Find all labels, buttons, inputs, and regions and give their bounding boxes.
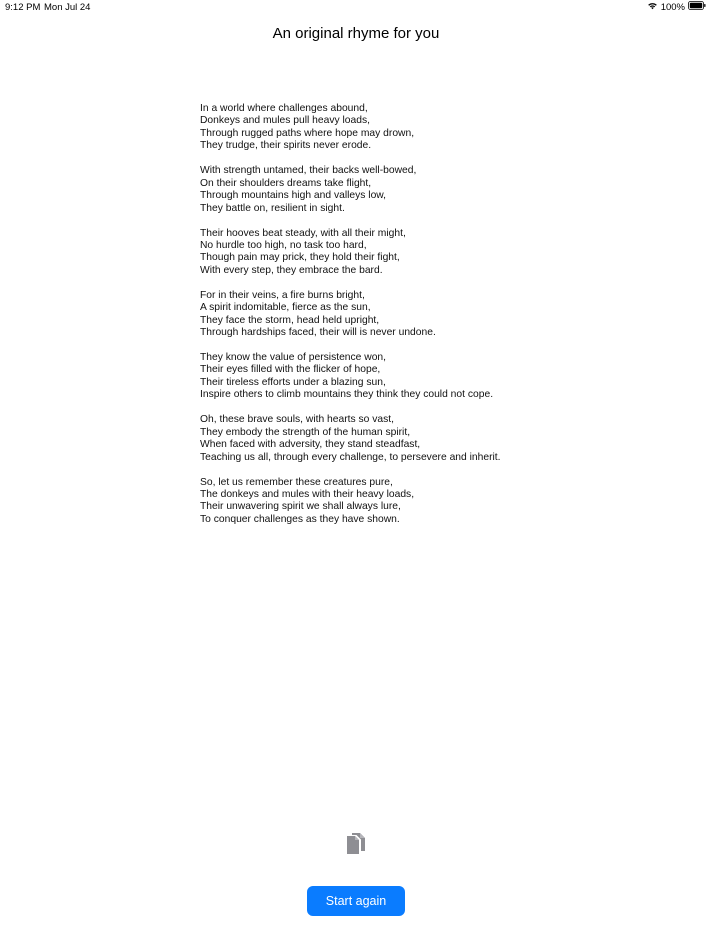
poem-line: To conquer challenges as they have shown… xyxy=(200,513,400,525)
poem-line: Their tireless efforts under a blazing s… xyxy=(200,376,386,388)
poem-line: Their hooves beat steady, with all their… xyxy=(200,227,406,239)
copy-icon[interactable] xyxy=(345,832,367,858)
poem-line: With strength untamed, their backs well-… xyxy=(200,165,417,177)
page-title: An original rhyme for you xyxy=(272,25,440,42)
poem-stanza: They know the value of persistence won, T… xyxy=(200,352,620,402)
poem-stanza: Their hooves beat steady, with all their… xyxy=(200,228,620,278)
poem-text: In a world where challenges abound, Donke… xyxy=(200,103,620,539)
app-screen: 9:12 PM Mon Jul 24 100% An original rhym… xyxy=(0,0,712,950)
poem-line: Donkeys and mules pull heavy loads, xyxy=(200,115,370,127)
battery-icon xyxy=(688,1,706,13)
start-again-button[interactable]: Start again xyxy=(307,886,405,916)
poem-stanza: Oh, these brave souls, with hearts so va… xyxy=(200,414,620,464)
poem-line: So, let us remember these creatures pure… xyxy=(200,476,393,488)
poem-line: They trudge, their spirits never erode. xyxy=(200,140,372,152)
status-right: 100% xyxy=(647,1,706,13)
poem-line: Their eyes filled with the flicker of ho… xyxy=(200,364,381,376)
poem-line: Through rugged paths where hope may drow… xyxy=(200,127,415,139)
poem-line: Though pain may prick, they hold their f… xyxy=(200,252,400,264)
status-time: 9:12 PM xyxy=(5,2,41,13)
poem-line: A spirit indomitable, fierce as the sun, xyxy=(200,302,371,314)
battery-percentage: 100% xyxy=(660,1,685,13)
poem-line: Teaching us all, through every challenge… xyxy=(200,451,501,463)
poem-line: Through mountains high and valleys low, xyxy=(200,190,387,202)
poem-line: With every step, they embrace the bard. xyxy=(200,264,383,276)
status-date: Mon Jul 24 xyxy=(44,2,91,13)
status-bar: 9:12 PM Mon Jul 24 100% xyxy=(0,0,712,14)
poem-line: In a world where challenges abound, xyxy=(200,103,368,114)
poem-line: For in their veins, a fire burns bright, xyxy=(200,289,365,301)
poem-line: When faced with adversity, they stand st… xyxy=(200,439,421,451)
poem-stanza: In a world where challenges abound, Donke… xyxy=(200,103,620,153)
poem-line: No hurdle too high, no task too hard, xyxy=(200,239,367,251)
poem-line: Their unwavering spirit we shall always … xyxy=(200,501,401,513)
poem-line: On their shoulders dreams take flight, xyxy=(200,177,372,189)
poem-stanza: For in their veins, a fire burns bright,… xyxy=(200,290,620,340)
poem-line: The donkeys and mules with their heavy l… xyxy=(200,488,415,500)
poem-stanza: With strength untamed, their backs well-… xyxy=(200,165,620,215)
poem-line: Through hardships faced, their will is n… xyxy=(200,327,436,339)
poem-line: They battle on, resilient in sight. xyxy=(200,202,345,214)
poem-line: They embody the strength of the human sp… xyxy=(200,426,411,438)
poem-line: They know the value of persistence won, xyxy=(200,352,387,363)
poem-line: Oh, these brave souls, with hearts so va… xyxy=(200,414,395,426)
poem-stanza: So, let us remember these creatures pure… xyxy=(200,477,620,527)
poem-line: They face the storm, head held upright, xyxy=(200,314,380,326)
poem-line: Inspire others to climb mountains they t… xyxy=(200,389,494,401)
wifi-icon xyxy=(647,1,658,13)
